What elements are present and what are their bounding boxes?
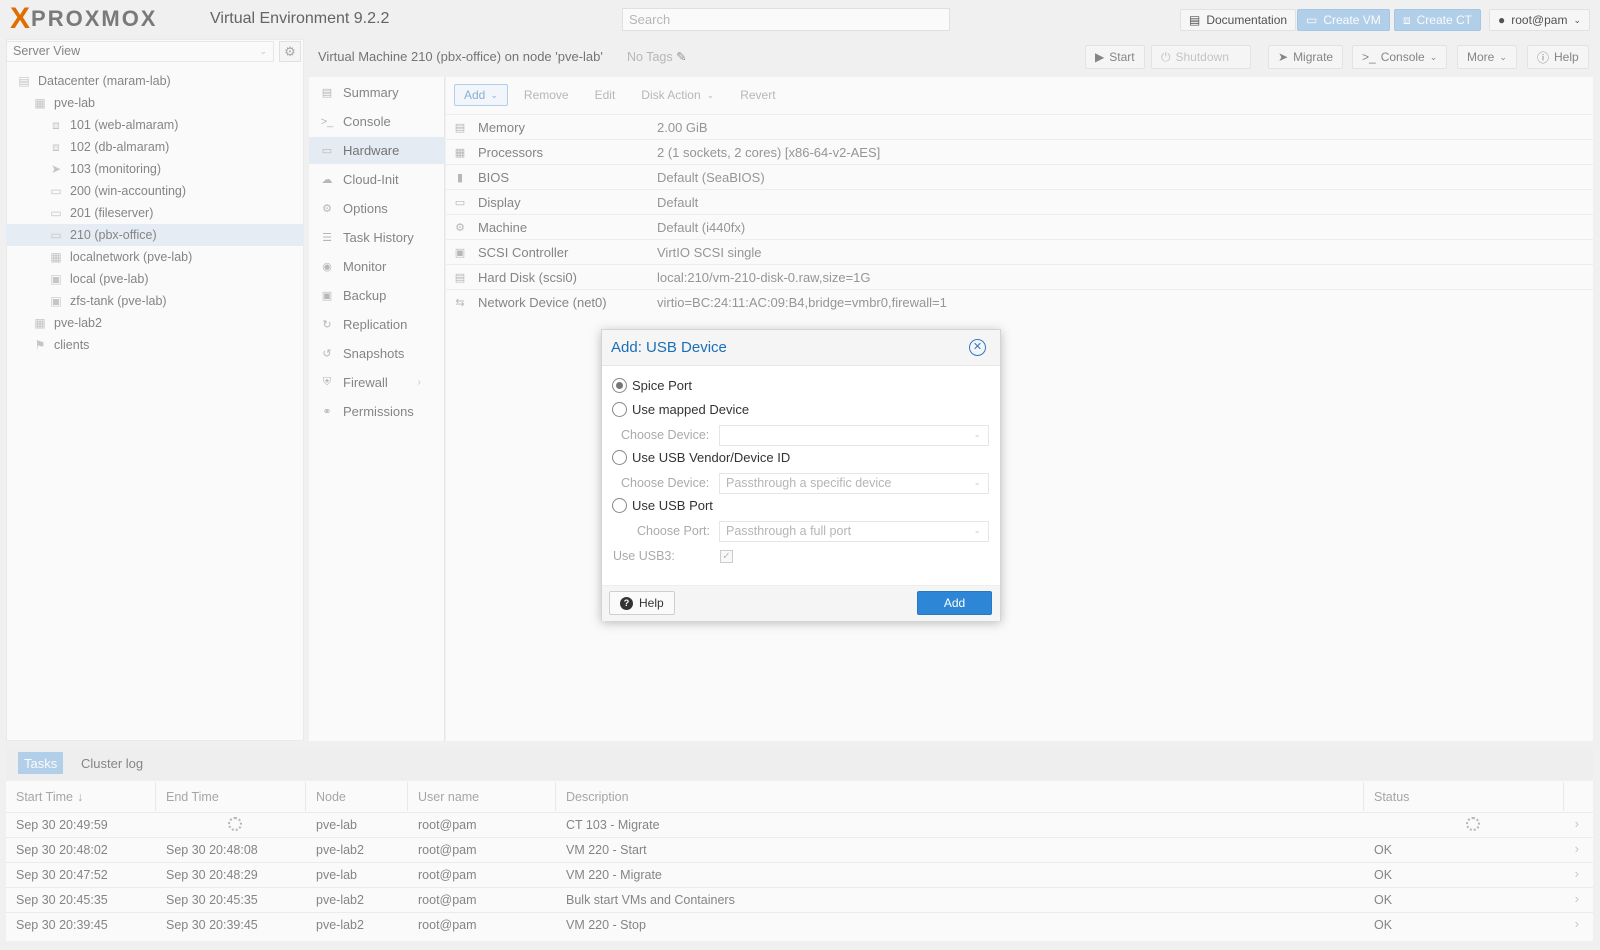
add-usb-device-dialog: Add: USB Device ✕ Spice Port Use mapped …	[601, 329, 1001, 621]
dialog-title: Add: USB Device	[611, 339, 727, 356]
vendor-device-placeholder: Passthrough a specific device	[726, 476, 892, 490]
question-circle-icon: ?	[620, 596, 633, 610]
radio-icon	[612, 450, 627, 465]
mapped-device-select[interactable]: ⌄	[719, 425, 989, 446]
radio-icon	[612, 498, 627, 513]
vendor-device-radio[interactable]: Use USB Vendor/Device ID	[612, 450, 790, 465]
vendor-device-select[interactable]: Passthrough a specific device ⌄	[719, 473, 989, 494]
dialog-footer: ? Help Add	[602, 585, 1000, 621]
vendor-device-label: Use USB Vendor/Device ID	[632, 450, 791, 465]
usb-port-placeholder: Passthrough a full port	[726, 524, 852, 538]
choose-port-label: Choose Port:	[637, 524, 710, 538]
usb-port-label: Use USB Port	[632, 498, 713, 513]
radio-checked-icon	[612, 378, 627, 393]
radio-icon	[612, 402, 627, 417]
choose-device-label: Choose Device:	[621, 428, 710, 442]
mapped-device-radio[interactable]: Use mapped Device	[612, 402, 749, 417]
spice-port-label: Spice Port	[632, 378, 692, 393]
mapped-device-label: Use mapped Device	[632, 402, 750, 417]
chevron-down-icon: ⌄	[973, 477, 981, 487]
chevron-down-icon: ⌄	[973, 525, 981, 535]
dialog-help-label: Help	[639, 596, 664, 610]
choose-device-label: Choose Device:	[621, 476, 710, 490]
usb-port-select[interactable]: Passthrough a full port ⌄	[719, 521, 989, 542]
usb-port-radio[interactable]: Use USB Port	[612, 498, 713, 513]
dialog-add-button[interactable]: Add	[917, 591, 992, 615]
use-usb3-label: Use USB3:	[613, 549, 675, 563]
chevron-down-icon: ⌄	[973, 429, 981, 439]
use-usb3-checkbox[interactable]: ✓	[720, 550, 733, 563]
dialog-help-button[interactable]: ? Help	[609, 591, 675, 615]
spice-port-radio[interactable]: Spice Port	[612, 378, 692, 393]
dialog-header: Add: USB Device ✕	[602, 330, 1000, 366]
close-icon[interactable]: ✕	[969, 339, 986, 356]
